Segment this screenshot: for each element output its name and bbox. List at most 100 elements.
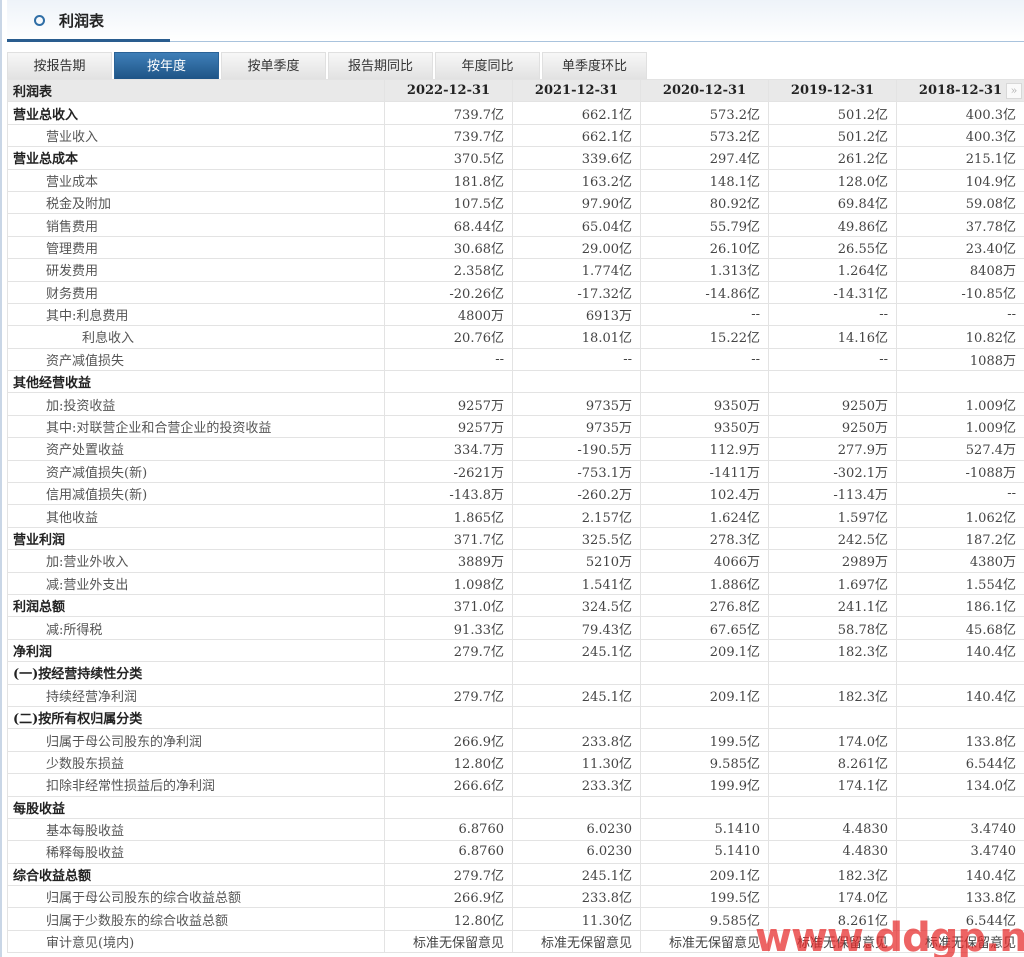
row-label: 减:营业外支出 xyxy=(7,571,385,595)
cell-value xyxy=(512,705,641,730)
cell-value xyxy=(896,370,1024,394)
cell-value: 45.68亿 xyxy=(896,616,1024,640)
row-label: 管理费用 xyxy=(7,235,385,260)
cell-value: 5210万 xyxy=(512,549,641,573)
cell-value: 2.358亿 xyxy=(384,258,513,282)
row-label: 销售费用 xyxy=(7,213,385,237)
cell-value: 91.33亿 xyxy=(384,616,513,640)
period-tabs: 按报告期 按年度 按单季度 报告期同比 年度同比 单季度环比 xyxy=(7,52,649,79)
cell-value: 163.2亿 xyxy=(512,168,641,192)
cell-value: 5.1410 xyxy=(640,817,769,842)
tab-2[interactable]: 按单季度 xyxy=(221,52,326,79)
corner-label: 利润表 xyxy=(7,78,385,103)
cell-value: 8.261亿 xyxy=(768,907,897,931)
cell-value: -113.4万 xyxy=(768,482,897,506)
cell-value xyxy=(640,705,769,730)
cell-value: 6.544亿 xyxy=(896,907,1024,931)
cell-value: -- xyxy=(768,302,897,327)
table-row: 减:所得税 91.33亿 79.43亿 67.65亿 58.78亿 45.68亿 xyxy=(7,616,1024,640)
cell-value: 9.585亿 xyxy=(640,750,769,775)
cell-value: 739.7亿 xyxy=(384,101,513,125)
table-row: 研发费用 2.358亿 1.774亿 1.313亿 1.264亿 8408万 xyxy=(7,258,1024,282)
cell-value: -- xyxy=(384,347,513,372)
cell-value: 739.7亿 xyxy=(384,123,513,148)
cell-value: 400.3亿 xyxy=(896,123,1024,148)
cell-value: 102.4万 xyxy=(640,482,769,506)
cell-value: 55.79亿 xyxy=(640,213,769,237)
column-header-date[interactable]: 2018-12-31» xyxy=(896,78,1024,103)
row-label: 归属于母公司股东的综合收益总额 xyxy=(7,885,385,909)
row-label: 综合收益总额 xyxy=(7,862,385,887)
cell-value: 69.84亿 xyxy=(768,190,897,215)
cell-value: 1.062亿 xyxy=(896,504,1024,528)
cell-value: 501.2亿 xyxy=(768,101,897,125)
cell-value: 49.86亿 xyxy=(768,213,897,237)
cell-value: 8408万 xyxy=(896,258,1024,282)
cell-value: 140.4亿 xyxy=(896,638,1024,663)
table-row: 信用减值损失(新) -143.8万 -260.2万 102.4万 -113.4万 -- xyxy=(7,482,1024,506)
cell-value: 174.1亿 xyxy=(768,773,897,797)
row-label: (二)按所有权归属分类 xyxy=(7,705,385,730)
cell-value: 9735万 xyxy=(512,392,641,416)
cell-value: 29.00亿 xyxy=(512,235,641,260)
column-header-date[interactable]: 2020-12-31 xyxy=(640,78,769,103)
cell-value: 140.4亿 xyxy=(896,683,1024,707)
row-label: 利息收入 xyxy=(7,325,385,349)
row-label: 审计意见(境内) xyxy=(7,929,385,954)
cell-value: 242.5亿 xyxy=(768,526,897,551)
cell-value: -302.1万 xyxy=(768,459,897,484)
table-row: 其中:利息费用 4800万 6913万 -- -- -- xyxy=(7,302,1024,327)
cell-value: 233.8亿 xyxy=(512,885,641,909)
cell-value xyxy=(640,661,769,685)
tab-4[interactable]: 年度同比 xyxy=(435,52,540,79)
tab-1[interactable]: 按年度 xyxy=(114,52,219,79)
tab-0[interactable]: 按报告期 xyxy=(7,52,112,79)
table-row: 扣除非经常性损益后的净利润 266.6亿 233.3亿 199.9亿 174.1亿 134… xyxy=(7,773,1024,797)
table-row: 净利润 279.7亿 245.1亿 209.1亿 182.3亿 140.4亿 xyxy=(7,638,1024,663)
cell-value: 339.6亿 xyxy=(512,146,641,170)
cell-value: 6.0230 xyxy=(512,840,641,864)
cell-value: -753.1万 xyxy=(512,459,641,484)
cell-value xyxy=(384,795,513,819)
cell-value: 2989万 xyxy=(768,549,897,573)
cell-value: 1.098亿 xyxy=(384,571,513,595)
cell-value: 标准无保留意见 xyxy=(768,929,897,954)
column-header-date[interactable]: 2019-12-31 xyxy=(768,78,897,103)
cell-value xyxy=(896,795,1024,819)
row-label: 利润总额 xyxy=(7,593,385,618)
table-header-row: 利润表 2022-12-31 2021-12-31 2020-12-31 2019-1… xyxy=(7,78,1024,103)
cell-value: 215.1亿 xyxy=(896,146,1024,170)
row-label: 每股收益 xyxy=(7,795,385,819)
tab-3[interactable]: 报告期同比 xyxy=(328,52,433,79)
cell-value: 15.22亿 xyxy=(640,325,769,349)
cell-value: 标准无保留意见 xyxy=(896,929,1024,954)
cell-value: 37.78亿 xyxy=(896,213,1024,237)
table-row: (一)按经营持续性分类 xyxy=(7,661,1024,685)
cell-value: 501.2亿 xyxy=(768,123,897,148)
cell-value: 527.4万 xyxy=(896,437,1024,461)
table-row: 资产处置收益 334.7万 -190.5万 112.9万 277.9万 527.4万 xyxy=(7,437,1024,461)
row-label: 营业总成本 xyxy=(7,146,385,170)
table-row: 稀释每股收益 6.8760 6.0230 5.1410 4.4830 3.4740 xyxy=(7,840,1024,864)
circle-icon xyxy=(34,15,45,26)
cell-value: 107.5亿 xyxy=(384,190,513,215)
cell-value: 3.4740 xyxy=(896,840,1024,864)
row-label: 财务费用 xyxy=(7,280,385,304)
cell-value: 324.5亿 xyxy=(512,593,641,618)
row-label: 资产处置收益 xyxy=(7,437,385,461)
cell-value: -- xyxy=(896,482,1024,506)
column-header-date[interactable]: 2021-12-31 xyxy=(512,78,641,103)
cell-value xyxy=(768,661,897,685)
cell-value: 1.886亿 xyxy=(640,571,769,595)
table-row: 其中:对联营企业和合营企业的投资收益 9257万 9735万 9350万 9250万 1.… xyxy=(7,414,1024,439)
cell-value: 261.2亿 xyxy=(768,146,897,170)
cell-value: 9350万 xyxy=(640,392,769,416)
cell-value: 112.9万 xyxy=(640,437,769,461)
row-label: 税金及附加 xyxy=(7,190,385,215)
cell-value: -- xyxy=(640,347,769,372)
column-header-date[interactable]: 2022-12-31 xyxy=(384,78,513,103)
next-page-icon[interactable]: » xyxy=(1006,83,1022,99)
tab-5[interactable]: 单季度环比 xyxy=(542,52,647,79)
cell-value: 11.30亿 xyxy=(512,750,641,775)
table-row: 审计意见(境内) 标准无保留意见 标准无保留意见 标准无保留意见 标准无保留意见 标准无保… xyxy=(7,929,1024,954)
